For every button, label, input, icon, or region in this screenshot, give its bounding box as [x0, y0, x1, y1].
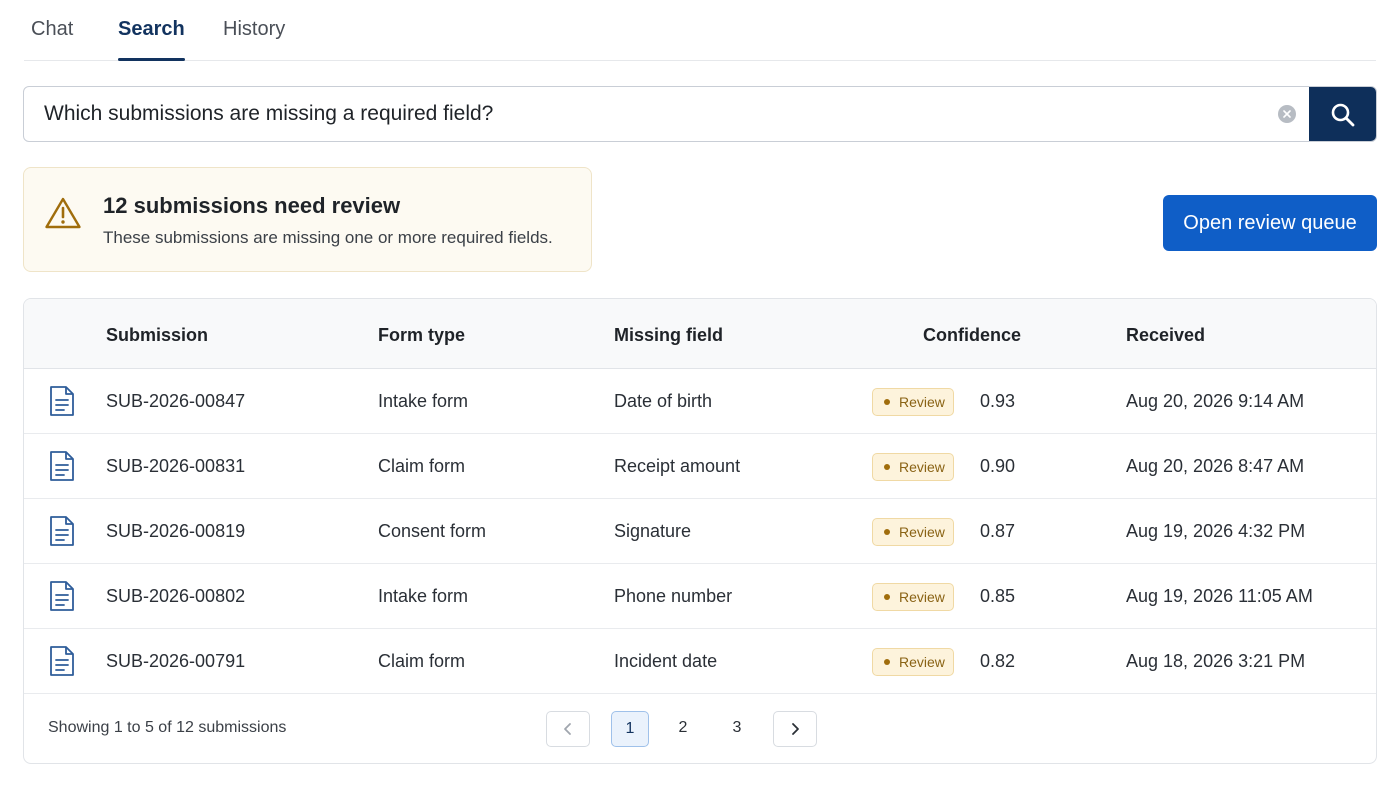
warning-icon — [45, 197, 81, 229]
badge-dot — [884, 399, 890, 405]
header-submission: Submission — [106, 325, 209, 345]
tab-chat[interactable]: Chat — [31, 18, 73, 61]
pagination-summary: Showing 1 to 5 of 12 submissions — [48, 719, 287, 736]
table-header: Submission Form type Missing field Confi… — [24, 299, 1376, 369]
chevron-right-icon — [792, 723, 799, 735]
document-icon — [48, 645, 76, 682]
table-row[interactable]: SUB-2026-00847 Intake form Date of birth Re… — [24, 369, 1376, 434]
badge-dot — [884, 464, 890, 470]
prev-page-button[interactable] — [546, 711, 590, 747]
status-badge: Review — [872, 518, 954, 546]
cell-submission[interactable]: SUB-2026-00791 — [106, 651, 245, 672]
document-icon — [48, 385, 76, 422]
cell-form-type: Claim form — [378, 456, 466, 476]
header-received: Received — [1126, 325, 1206, 345]
status-badge: Review — [872, 583, 954, 611]
search-bar — [23, 86, 1377, 142]
cell-missing-field: Receipt amount — [614, 456, 741, 476]
badge-label: Review — [899, 589, 945, 605]
search-input[interactable] — [24, 87, 1310, 141]
search-icon — [1331, 103, 1355, 127]
cell-received: Aug 20, 2026 9:14 AM — [1126, 391, 1305, 411]
table-row[interactable]: SUB-2026-00802 Intake form Phone number Rev… — [24, 564, 1376, 629]
badge-dot — [884, 659, 890, 665]
header-confidence: Confidence — [923, 325, 1022, 345]
cell-received: Aug 19, 2026 4:32 PM — [1126, 521, 1306, 541]
page-2-button[interactable]: 2 — [664, 711, 702, 747]
cell-missing-field: Incident date — [614, 651, 718, 671]
status-badge: Review — [872, 388, 954, 416]
cell-missing-field: Signature — [614, 521, 692, 541]
cell-form-type: Intake form — [378, 391, 469, 411]
page-3-button[interactable]: 3 — [718, 711, 756, 747]
cell-form-type: Claim form — [378, 651, 466, 671]
cell-confidence: 0.87 — [980, 521, 1016, 541]
cell-missing-field: Phone number — [614, 586, 733, 606]
cell-received: Aug 18, 2026 3:21 PM — [1126, 651, 1306, 671]
next-page-button[interactable] — [773, 711, 817, 747]
status-badge: Review — [872, 648, 954, 676]
table-row[interactable]: SUB-2026-00819 Consent form Signature Revie… — [24, 499, 1376, 564]
document-icon — [48, 580, 76, 617]
search-button[interactable] — [1309, 87, 1376, 141]
badge-label: Review — [899, 459, 945, 475]
cell-submission[interactable]: SUB-2026-00819 — [106, 521, 245, 542]
cell-submission[interactable]: SUB-2026-00831 — [106, 456, 245, 477]
tab-bar: Chat Search History — [24, 0, 1376, 61]
document-icon — [48, 515, 76, 552]
cell-submission[interactable]: SUB-2026-00847 — [106, 391, 245, 412]
cell-received: Aug 19, 2026 11:05 AM — [1126, 586, 1313, 606]
cell-form-type: Intake form — [378, 586, 469, 606]
badge-dot — [884, 594, 890, 600]
clear-icon[interactable] — [1278, 105, 1296, 123]
cell-submission[interactable]: SUB-2026-00802 — [106, 586, 245, 607]
cell-confidence: 0.82 — [980, 651, 1016, 671]
alert-title: 12 submissions need review — [103, 193, 401, 218]
badge-label: Review — [899, 394, 945, 410]
header-missing-field: Missing field — [614, 325, 724, 345]
header-form-type: Form type — [378, 325, 466, 345]
status-badge: Review — [872, 453, 954, 481]
cell-confidence: 0.85 — [980, 586, 1016, 606]
tab-search[interactable]: Search — [118, 18, 185, 61]
page-1-button[interactable]: 1 — [611, 711, 649, 747]
table-row[interactable]: SUB-2026-00791 Claim form Incident date Rev… — [24, 629, 1376, 694]
document-icon — [48, 450, 76, 487]
tab-history[interactable]: History — [223, 18, 285, 61]
cell-form-type: Consent form — [378, 521, 487, 541]
cell-confidence: 0.93 — [980, 391, 1016, 411]
cell-confidence: 0.90 — [980, 456, 1016, 476]
open-review-queue-button[interactable]: Open review queue — [1163, 195, 1377, 251]
badge-label: Review — [899, 654, 945, 670]
badge-dot — [884, 529, 890, 535]
cell-received: Aug 20, 2026 8:47 AM — [1126, 456, 1305, 476]
cell-missing-field: Date of birth — [614, 391, 713, 411]
review-alert: 12 submissions need review These submiss… — [23, 167, 592, 272]
alert-text: These submissions are missing one or mor… — [103, 228, 553, 247]
table-row[interactable]: SUB-2026-00831 Claim form Receipt amount Re… — [24, 434, 1376, 499]
submissions-table: Submission Form type Missing field Confi… — [23, 298, 1377, 764]
badge-label: Review — [899, 524, 945, 540]
chevron-left-icon — [564, 723, 571, 735]
